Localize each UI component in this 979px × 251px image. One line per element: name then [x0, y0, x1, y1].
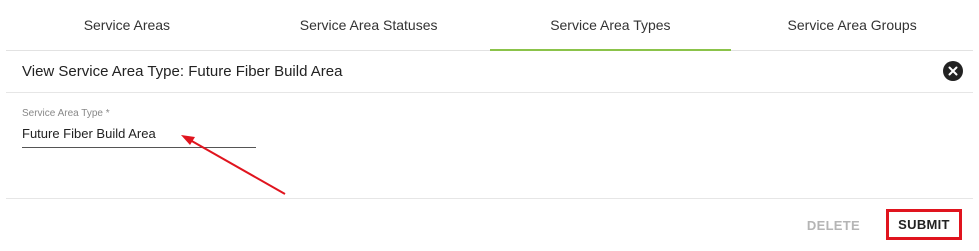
tab-service-area-types[interactable]: Service Area Types: [489, 0, 732, 51]
close-button[interactable]: [943, 61, 963, 81]
dialog-footer: DELETE SUBMIT: [6, 198, 973, 251]
annotation-arrow-line: [189, 139, 286, 195]
close-icon: [948, 66, 958, 76]
delete-button[interactable]: DELETE: [801, 217, 866, 234]
submit-button[interactable]: SUBMIT: [886, 209, 962, 240]
tab-service-area-groups[interactable]: Service Area Groups: [731, 0, 973, 50]
service-area-type-label: Service Area Type *: [22, 108, 110, 119]
service-area-types-view: Service Areas Service Area Statuses Serv…: [0, 0, 979, 251]
dialog-title: View Service Area Type: Future Fiber Bui…: [22, 63, 343, 80]
tab-bar: Service Areas Service Area Statuses Serv…: [6, 0, 973, 51]
service-area-type-field: Service Area Type *: [22, 108, 256, 148]
tab-service-area-statuses[interactable]: Service Area Statuses: [248, 0, 490, 50]
dialog-header: View Service Area Type: Future Fiber Bui…: [6, 51, 973, 93]
tab-service-areas[interactable]: Service Areas: [6, 0, 248, 50]
service-area-type-input[interactable]: [22, 126, 256, 148]
